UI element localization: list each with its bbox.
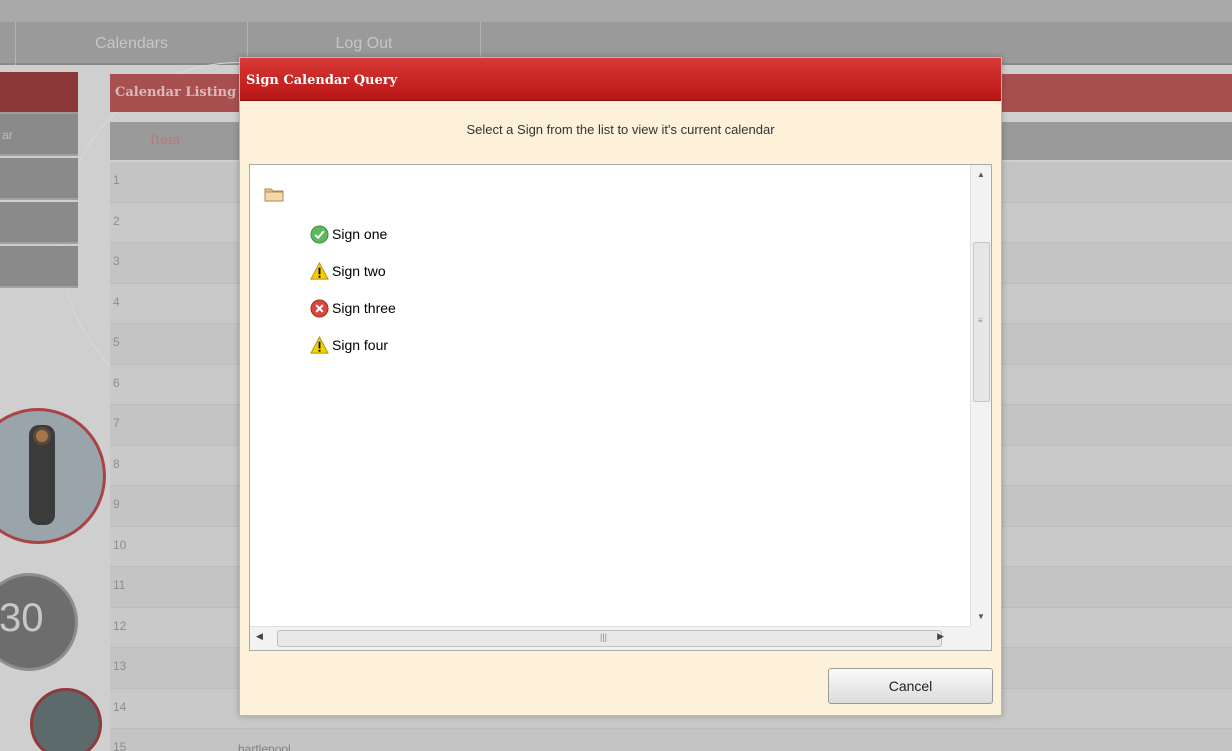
sign-image <box>30 688 102 751</box>
row-number: 11 <box>113 578 126 592</box>
row-number: 7 <box>113 416 120 430</box>
left-menu-item[interactable]: ar <box>0 114 78 156</box>
vertical-scroll-thumb[interactable]: ≡ <box>973 242 990 402</box>
tree-item-label: Sign two <box>332 263 386 279</box>
row-number: 1 <box>113 173 120 187</box>
tree-item-sign-one[interactable]: Sign one <box>310 223 387 245</box>
horizontal-scrollbar[interactable]: ◀ ||| ▶ <box>250 626 972 650</box>
table-row[interactable]: 15 hartlepool <box>110 729 1232 751</box>
row-number: 9 <box>113 497 120 511</box>
sign-calendar-query-dialog: Sign Calendar Query Select a Sign from t… <box>239 57 1002 716</box>
row-number: 6 <box>113 375 120 390</box>
row-number: 3 <box>113 254 120 268</box>
column-item[interactable]: Item <box>150 122 180 160</box>
error-circle-icon <box>310 298 329 318</box>
warning-triangle-icon <box>310 261 329 281</box>
dialog-title: Sign Calendar Query <box>240 58 1001 101</box>
row-number: 15 <box>113 740 127 751</box>
vertical-scrollbar[interactable]: ▲ ≡ ▼ <box>970 165 991 627</box>
top-strip <box>0 0 1232 22</box>
scroll-corner <box>970 626 991 650</box>
nav-calendars[interactable]: Calendars <box>15 22 247 65</box>
row-number: 10 <box>113 537 127 552</box>
tree-item-sign-three[interactable]: Sign three <box>310 297 396 319</box>
scroll-down-icon[interactable]: ▼ <box>971 607 991 627</box>
row-number: 12 <box>113 618 127 633</box>
row-number: 8 <box>113 456 120 471</box>
horizontal-scroll-thumb[interactable]: ||| <box>277 630 942 647</box>
tree-item-sign-two[interactable]: Sign two <box>310 260 386 282</box>
row-number: 2 <box>113 213 120 228</box>
row-number: 14 <box>113 699 127 714</box>
scroll-right-icon[interactable]: ▶ <box>937 631 944 642</box>
warning-triangle-icon <box>310 335 329 355</box>
cancel-button[interactable]: Cancel <box>828 668 993 704</box>
check-circle-icon <box>310 224 329 244</box>
tree-item-label: Sign four <box>332 337 389 353</box>
scroll-up-icon[interactable]: ▲ <box>971 165 991 185</box>
row-number: 4 <box>113 294 120 309</box>
row-name: hartlepool <box>238 742 291 751</box>
speed-sign-text: 30 <box>0 596 44 640</box>
speed-sign-image: 30 <box>0 573 78 671</box>
row-number: 5 <box>113 335 120 349</box>
left-menu-item[interactable] <box>0 246 78 288</box>
left-menu-item[interactable] <box>0 158 78 200</box>
left-menu-item[interactable] <box>0 202 78 244</box>
row-number: 13 <box>113 659 127 673</box>
tree-item-label: Sign one <box>332 226 388 242</box>
tree-item-label: Sign three <box>332 300 396 316</box>
device-image <box>0 408 106 544</box>
folder-icon[interactable] <box>264 186 284 202</box>
left-menu-active[interactable] <box>0 72 78 114</box>
sign-tree: Sign one Sign two Sign three Sign four ▲… <box>249 164 992 651</box>
scroll-left-icon[interactable]: ◀ <box>256 631 263 642</box>
dialog-message: Select a Sign from the list to view it's… <box>466 122 775 137</box>
tree-item-sign-four[interactable]: Sign four <box>310 334 388 356</box>
